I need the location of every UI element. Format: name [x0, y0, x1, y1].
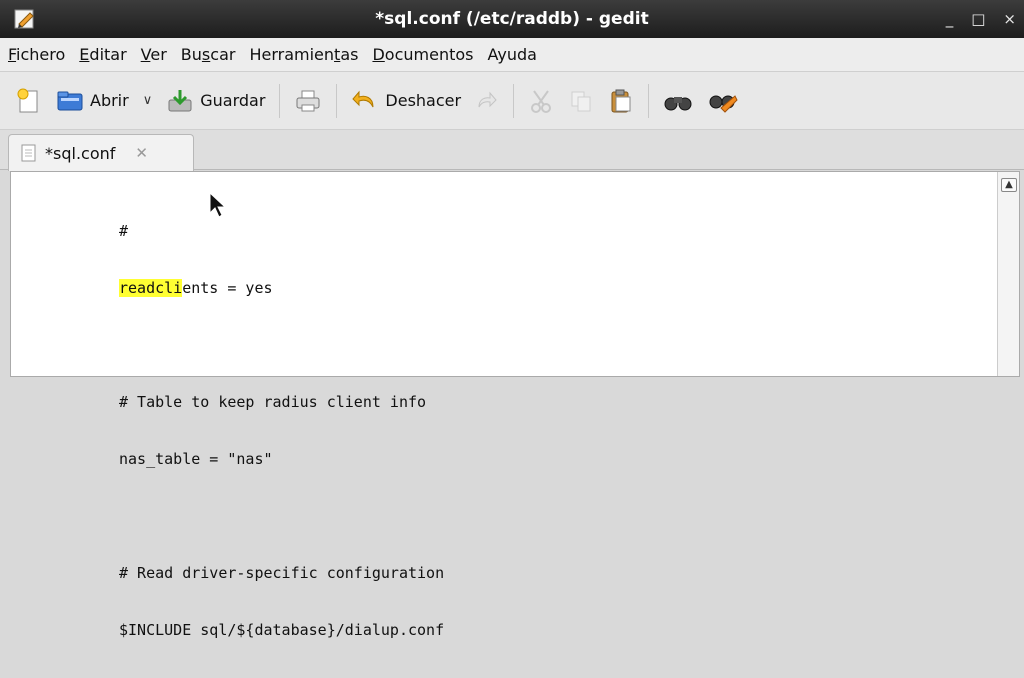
- menu-buscar[interactable]: Buscar: [181, 45, 236, 64]
- toolbar-separator: [648, 83, 650, 118]
- menu-editar-mnemonic: E: [79, 45, 90, 64]
- code-line: # Read driver-specific configuration: [119, 564, 445, 582]
- menu-ayuda[interactable]: Ayuda: [487, 45, 536, 64]
- tab-sql-conf[interactable]: *sql.conf ✕: [8, 134, 194, 171]
- folder-open-icon: [57, 91, 83, 110]
- toolbar-separator: [279, 83, 281, 118]
- minimize-icon[interactable]: _: [946, 10, 954, 28]
- text-document-icon: [21, 144, 36, 162]
- code-line: $INCLUDE sql/${database}/dialup.conf: [119, 621, 445, 639]
- toolbar-separator: [513, 83, 515, 118]
- menu-ver-mnemonic: V: [140, 45, 151, 64]
- code-line: #: [119, 222, 129, 240]
- title-bar: *sql.conf (/etc/raddb) - gedit _ □ ×: [0, 0, 1024, 38]
- menu-documentos[interactable]: Documentos: [372, 45, 473, 64]
- menu-documentos-mnemonic: D: [372, 45, 385, 64]
- menu-buscar-mnemonic: s: [201, 45, 211, 64]
- code-line: readclients = yes: [119, 279, 997, 298]
- redo-icon: [478, 91, 497, 107]
- menu-herramientas[interactable]: Herramientas: [249, 45, 358, 64]
- save-button[interactable]: Guardar: [166, 88, 265, 114]
- tab-label: *sql.conf: [45, 143, 116, 163]
- find-replace-icon: [709, 94, 738, 113]
- printer-icon: [296, 90, 320, 111]
- menu-fichero[interactable]: Fichero: [8, 45, 65, 64]
- tab-close-icon[interactable]: ✕: [135, 144, 148, 162]
- menu-ayuda-label: Ayuda: [487, 45, 537, 64]
- print-button[interactable]: [294, 88, 322, 114]
- code-text: ents = yes: [182, 279, 273, 297]
- open-button[interactable]: Abrir: [56, 89, 129, 113]
- new-document-icon: [17, 88, 38, 112]
- mouse-pointer-icon: [209, 191, 227, 218]
- save-label: Guardar: [200, 91, 266, 110]
- menu-documentos-label: ocumentos: [384, 45, 474, 64]
- binoculars-icon: [664, 96, 692, 110]
- copy-icon: [571, 91, 591, 111]
- text-editor[interactable]: # readclients = yes # Table to keep radi…: [11, 172, 997, 639]
- paste-button[interactable]: [608, 88, 634, 114]
- scroll-up-arrow-icon[interactable]: ▲: [1001, 178, 1017, 192]
- menu-ver-label: er: [150, 45, 167, 64]
- save-icon: [168, 89, 192, 111]
- paste-icon: [611, 89, 631, 112]
- redo-button[interactable]: [475, 89, 499, 113]
- copy-button[interactable]: [568, 88, 594, 114]
- scissors-icon: [531, 89, 552, 113]
- undo-label: Deshacer: [385, 91, 462, 110]
- menu-herramientas-pre: Herramien: [249, 45, 335, 64]
- open-recent-dropdown[interactable]: ∨: [143, 93, 153, 108]
- close-icon[interactable]: ×: [1003, 10, 1016, 28]
- undo-icon: [352, 90, 374, 107]
- code-line: # Table to keep radius client info: [119, 393, 427, 411]
- menu-ver[interactable]: Ver: [141, 45, 167, 64]
- menu-herramientas-label: as: [340, 45, 359, 64]
- gedit-app-icon: [14, 9, 34, 29]
- menu-editar[interactable]: Editar: [79, 45, 126, 64]
- cut-button[interactable]: [528, 88, 554, 114]
- open-label: Abrir: [90, 91, 129, 110]
- toolbar-separator: [336, 83, 338, 118]
- replace-button[interactable]: [707, 88, 739, 114]
- menu-editar-label: ditar: [89, 45, 127, 64]
- window-title: *sql.conf (/etc/raddb) - gedit: [375, 9, 649, 29]
- chevron-down-icon: ∨: [142, 93, 153, 108]
- undo-button[interactable]: Deshacer: [351, 89, 461, 113]
- new-button[interactable]: [16, 88, 42, 114]
- search-highlight: readcli: [119, 279, 183, 297]
- menu-bar: Fichero Editar Ver Buscar Herramientas D…: [0, 38, 1024, 72]
- menu-buscar-label: car: [210, 45, 236, 64]
- code-line: nas_table = "nas": [119, 450, 273, 468]
- document-tabs: *sql.conf ✕: [0, 130, 1024, 171]
- menu-fichero-mnemonic: F: [8, 45, 17, 64]
- vertical-scrollbar[interactable]: ▲: [997, 172, 1019, 376]
- maximize-icon[interactable]: □: [971, 10, 985, 28]
- toolbar: Abrir ∨ Guardar Deshacer: [0, 72, 1024, 130]
- menu-fichero-label: ichero: [16, 45, 66, 64]
- editor-area: # readclients = yes # Table to keep radi…: [10, 171, 1020, 639]
- menu-buscar-pre: Bu: [180, 45, 202, 64]
- find-button[interactable]: [663, 89, 693, 113]
